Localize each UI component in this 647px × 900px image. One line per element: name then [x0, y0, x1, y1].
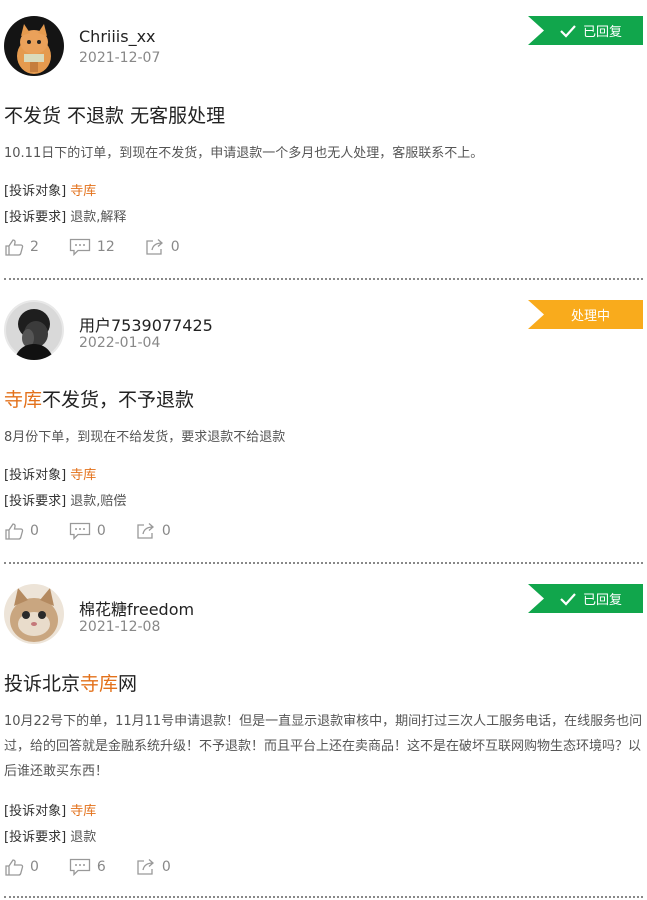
- status-badge: 已回复: [528, 16, 643, 45]
- share-icon: [137, 523, 154, 539]
- share-count: 0: [161, 859, 171, 875]
- request-label: [投诉要求]: [4, 494, 67, 509]
- object-link[interactable]: 寺库: [70, 804, 96, 819]
- like-button[interactable]: 2: [4, 238, 39, 256]
- share-icon: [146, 239, 163, 255]
- comment-icon: [69, 238, 91, 256]
- request-label: [投诉要求]: [4, 830, 67, 845]
- request-label: [投诉要求]: [4, 210, 67, 225]
- complaint-title[interactable]: 投诉北京寺库网: [4, 669, 137, 696]
- comment-button[interactable]: 6: [69, 858, 106, 876]
- thumbs-up-icon: [5, 859, 24, 876]
- object-label: [投诉对象]: [4, 804, 67, 819]
- complaint-description[interactable]: 10.11日下的订单，到现在不发货，申请退款一个多月也无人处理，客服联系不上。: [4, 141, 644, 166]
- request-value: 退款: [70, 830, 97, 845]
- complaint-title[interactable]: 寺库不发货，不予退款: [4, 385, 194, 412]
- status-label: 已回复: [582, 593, 622, 608]
- comment-icon: [69, 522, 91, 540]
- comment-count: 6: [96, 859, 106, 875]
- complaint-title[interactable]: 不发货 不退款 无客服处理: [4, 101, 225, 128]
- complaint-object: [投诉对象] 寺库: [4, 180, 96, 199]
- title-text-rest: 不发货，不予退款: [42, 389, 195, 411]
- thumbs-up-icon: [5, 523, 24, 540]
- thumbs-up-icon: [5, 239, 24, 256]
- title-text: 投诉北京: [4, 673, 81, 695]
- share-button[interactable]: 0: [136, 858, 171, 876]
- username[interactable]: Chriiis_xx: [79, 27, 156, 46]
- title-text-rest: 网: [118, 673, 138, 695]
- object-link[interactable]: 寺库: [70, 184, 96, 199]
- share-icon: [137, 859, 154, 875]
- username[interactable]: 棉花糖freedom: [79, 596, 194, 620]
- status-badge: 已回复: [528, 584, 643, 613]
- avatar[interactable]: [4, 300, 64, 360]
- object-label: [投诉对象]: [4, 184, 67, 199]
- username[interactable]: 用户7539077425: [79, 312, 213, 336]
- complaint-object: [投诉对象] 寺库: [4, 800, 96, 819]
- complaint-request: [投诉要求] 退款,赔偿: [4, 490, 126, 509]
- comment-icon: [69, 858, 91, 876]
- complaint-request: [投诉要求] 退款,解释: [4, 206, 126, 225]
- like-count: 0: [30, 523, 39, 539]
- divider: [4, 278, 643, 280]
- comment-button[interactable]: 0: [69, 522, 106, 540]
- status-badge: 处理中: [528, 300, 643, 329]
- title-text: 不发货 不退款 无客服处理: [4, 105, 226, 127]
- complaint-request: [投诉要求] 退款: [4, 826, 96, 845]
- title-highlight[interactable]: 寺库: [4, 389, 42, 411]
- comment-count: 0: [96, 523, 106, 539]
- complaint-description[interactable]: 8月份下单，到现在不给发货，要求退款不给退款: [4, 425, 644, 450]
- share-count: 0: [161, 523, 171, 539]
- like-count: 0: [30, 859, 39, 875]
- comment-button[interactable]: 12: [69, 238, 115, 256]
- request-value: 退款,赔偿: [70, 494, 127, 509]
- like-button[interactable]: 0: [4, 522, 39, 540]
- post-date: 2021-12-08: [79, 619, 161, 635]
- avatar[interactable]: [4, 584, 64, 644]
- checkmark-icon: [560, 592, 576, 606]
- comment-count: 12: [96, 239, 115, 255]
- action-bar: 0 0 0: [4, 520, 201, 542]
- divider: [4, 562, 643, 564]
- status-label: 处理中: [570, 309, 610, 324]
- action-bar: 2 12 0: [4, 236, 210, 258]
- divider: [4, 896, 643, 898]
- avatar[interactable]: [4, 16, 64, 76]
- complaint-object: [投诉对象] 寺库: [4, 464, 96, 483]
- share-count: 0: [170, 239, 180, 255]
- title-highlight[interactable]: 寺库: [80, 673, 118, 695]
- request-value: 退款,解释: [70, 210, 127, 225]
- post-date: 2022-01-04: [79, 335, 161, 351]
- like-count: 2: [30, 239, 39, 255]
- share-button[interactable]: 0: [145, 238, 180, 256]
- action-bar: 0 6 0: [4, 856, 201, 878]
- like-button[interactable]: 0: [4, 858, 39, 876]
- object-link[interactable]: 寺库: [70, 468, 96, 483]
- share-button[interactable]: 0: [136, 522, 171, 540]
- checkmark-icon: [560, 24, 576, 38]
- status-label: 已回复: [582, 25, 622, 40]
- post-date: 2021-12-07: [79, 50, 161, 66]
- object-label: [投诉对象]: [4, 468, 67, 483]
- complaint-description[interactable]: 10月22号下的单，11月11号申请退款！但是一直显示退款审核中，期间打过三次人…: [4, 709, 644, 784]
